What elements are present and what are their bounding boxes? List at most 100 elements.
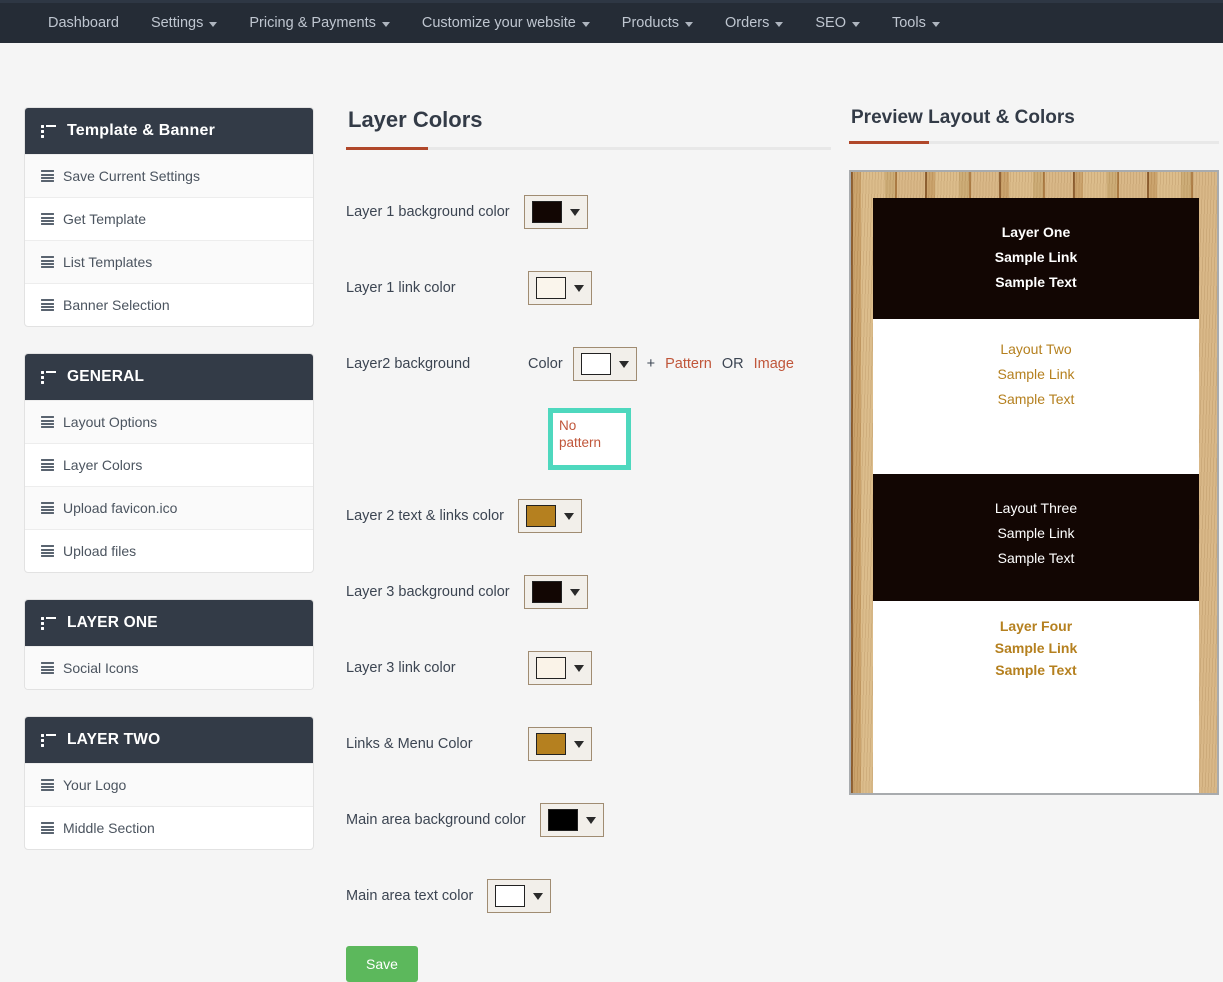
chevron-down-icon — [574, 741, 584, 748]
sidebar-panel-header: LAYER TWO — [25, 717, 313, 763]
form-row-links-menu-color: Links & Menu Color — [346, 712, 831, 776]
sidebar-item-banner-selection[interactable]: Banner Selection — [25, 283, 313, 326]
sidebar-item-social-icons[interactable]: Social Icons — [25, 646, 313, 689]
layer1-link-color-picker[interactable] — [528, 271, 592, 305]
nav-item-products[interactable]: Products — [606, 2, 709, 45]
sidebar-item-label: Upload files — [63, 543, 136, 559]
preview-layer-four-link: Sample Link — [873, 637, 1199, 659]
preview-layer-four: Layer Four Sample Link Sample Text — [873, 601, 1199, 795]
layer-colors-form: Layer Colors Layer 1 background color La… — [346, 107, 831, 982]
color-swatch — [536, 277, 566, 299]
color-label: Color — [528, 356, 563, 372]
layer2-background-color-picker[interactable] — [573, 347, 637, 381]
nav-item-pricing-payments[interactable]: Pricing & Payments — [233, 2, 406, 45]
main-area-text-color-picker[interactable] — [487, 879, 551, 913]
form-row-main-area-text: Main area text color — [346, 864, 831, 928]
sidebar-panel-layer-one: LAYER ONE Social Icons — [24, 599, 314, 690]
pattern-link[interactable]: Pattern — [665, 356, 712, 372]
preview-layer-one-link: Sample Link — [873, 245, 1199, 270]
page-title: Layer Colors — [348, 107, 831, 133]
form-label: Main area background color — [346, 812, 526, 828]
form-label: Layer 1 link color — [346, 280, 514, 296]
sidebar-item-layout-options[interactable]: Layout Options — [25, 400, 313, 443]
nav-item-label: SEO — [815, 2, 846, 45]
preview-layer-two: Layout Two Sample Link Sample Text — [873, 319, 1199, 474]
form-row-layer3-background: Layer 3 background color — [346, 560, 831, 624]
preview-layer-four-text: Sample Text — [873, 659, 1199, 681]
sidebar-item-middle-section[interactable]: Middle Section — [25, 806, 313, 849]
form-row-layer1-background: Layer 1 background color — [346, 180, 831, 244]
sidebar-item-label: List Templates — [63, 254, 152, 270]
sidebar-panel-title: GENERAL — [67, 368, 144, 386]
color-swatch — [548, 809, 578, 831]
sidebar-item-your-logo[interactable]: Your Logo — [25, 763, 313, 806]
no-pattern-box[interactable]: No pattern — [548, 408, 631, 470]
color-swatch — [532, 201, 562, 223]
nav-item-dashboard[interactable]: Dashboard — [32, 2, 135, 45]
sidebar-panel-general: GENERAL Layout Options Layer Colors Uplo… — [24, 353, 314, 573]
layer2-text-links-color-picker[interactable] — [518, 499, 582, 533]
or-label: OR — [722, 356, 744, 372]
nav-item-orders[interactable]: Orders — [709, 2, 799, 45]
preview-frame: Layer One Sample Link Sample Text Layout… — [849, 170, 1219, 795]
color-swatch — [581, 353, 611, 375]
chevron-down-icon — [932, 22, 940, 27]
preview-layer-three-link: Sample Link — [873, 521, 1199, 546]
sidebar-item-upload-favicon[interactable]: Upload favicon.ico — [25, 486, 313, 529]
nav-item-tools[interactable]: Tools — [876, 2, 956, 45]
chevron-down-icon — [685, 22, 693, 27]
page-body: Template & Banner Save Current Settings … — [0, 43, 1223, 982]
nav-item-label: Customize your website — [422, 2, 576, 45]
sidebar-panel-template-banner: Template & Banner Save Current Settings … — [24, 107, 314, 327]
chevron-down-icon — [852, 22, 860, 27]
nav-item-seo[interactable]: SEO — [799, 2, 876, 45]
nav-item-label: Tools — [892, 2, 926, 45]
image-link[interactable]: Image — [754, 356, 794, 372]
nav-item-customize-your-website[interactable]: Customize your website — [406, 2, 606, 45]
layer3-link-color-picker[interactable] — [528, 651, 592, 685]
save-button[interactable]: Save — [346, 946, 418, 982]
sidebar-panel-header: Template & Banner — [25, 108, 313, 154]
chevron-down-icon — [619, 361, 629, 368]
nav-item-label: Orders — [725, 2, 769, 45]
preview-title: Preview Layout & Colors — [851, 107, 1219, 129]
form-label: Layer2 background — [346, 356, 514, 372]
preview-layer-three-heading: Layout Three — [873, 496, 1199, 521]
preview-layer-two-text: Sample Text — [873, 387, 1199, 412]
chevron-down-icon — [209, 22, 217, 27]
form-row-layer2-text-links: Layer 2 text & links color — [346, 484, 831, 548]
chevron-down-icon — [570, 209, 580, 216]
nav-item-label: Products — [622, 2, 679, 45]
preview-content: Layer One Sample Link Sample Text Layout… — [873, 198, 1199, 763]
main-area-background-color-picker[interactable] — [540, 803, 604, 837]
sidebar-item-list-templates[interactable]: List Templates — [25, 240, 313, 283]
color-swatch — [495, 885, 525, 907]
nav-item-label: Pricing & Payments — [249, 2, 376, 45]
form-label: Layer 1 background color — [346, 204, 510, 220]
top-navbar: Dashboard Settings Pricing & Payments Cu… — [0, 0, 1223, 43]
sidebar-item-get-template[interactable]: Get Template — [25, 197, 313, 240]
list-icon — [41, 617, 56, 630]
layer1-background-color-picker[interactable] — [524, 195, 588, 229]
sidebar-item-label: Upload favicon.ico — [63, 500, 177, 516]
links-menu-color-picker[interactable] — [528, 727, 592, 761]
form-label: Layer 2 text & links color — [346, 508, 504, 524]
form-row-main-area-background: Main area background color — [346, 788, 831, 852]
layer3-background-color-picker[interactable] — [524, 575, 588, 609]
sidebar-item-label: Get Template — [63, 211, 146, 227]
stack-icon — [41, 502, 54, 514]
stack-icon — [41, 170, 54, 182]
sidebar-item-save-current-settings[interactable]: Save Current Settings — [25, 154, 313, 197]
plus-symbol: + — [647, 356, 655, 372]
nav-item-settings[interactable]: Settings — [135, 2, 233, 45]
sidebar-item-layer-colors[interactable]: Layer Colors — [25, 443, 313, 486]
preview-layer-two-link: Sample Link — [873, 362, 1199, 387]
sidebar-item-label: Layer Colors — [63, 457, 142, 473]
preview-layer-two-heading: Layout Two — [873, 337, 1199, 362]
sidebar-panel-title: LAYER ONE — [67, 614, 158, 632]
color-swatch — [536, 733, 566, 755]
sidebar-item-upload-files[interactable]: Upload files — [25, 529, 313, 572]
preview-layer-four-heading: Layer Four — [873, 615, 1199, 637]
chevron-down-icon — [574, 285, 584, 292]
title-underline — [346, 147, 831, 150]
